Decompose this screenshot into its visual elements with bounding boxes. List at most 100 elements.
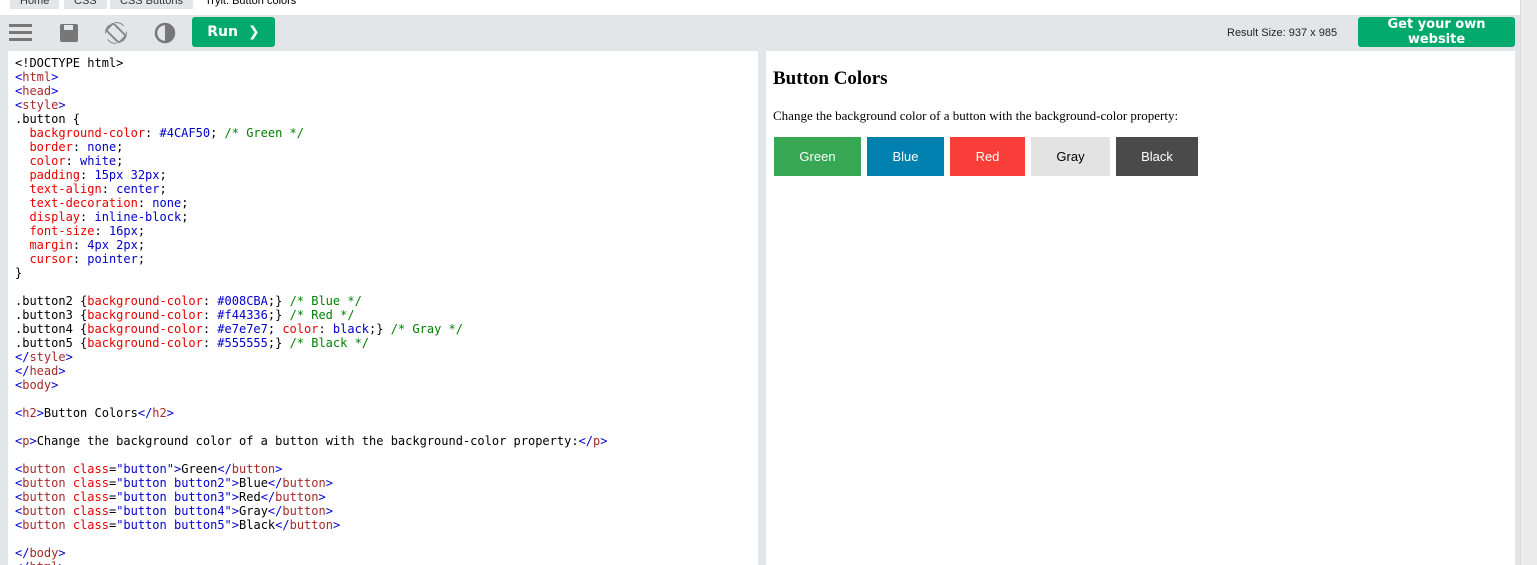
code-line: text-decoration: none; xyxy=(15,196,751,210)
demo-button-black[interactable]: Black xyxy=(1116,137,1198,176)
code-token: > xyxy=(325,476,333,490)
code-line: .button3 {background-color: #f44336;} /*… xyxy=(15,308,751,322)
code-token: button xyxy=(289,518,333,532)
code-token: ;} xyxy=(267,308,290,322)
code-line: <!DOCTYPE html> xyxy=(15,56,751,70)
code-token: <!DOCTYPE html> xyxy=(15,56,124,70)
breadcrumb-css-buttons[interactable]: CSS Buttons xyxy=(110,0,193,9)
code-token: .button { xyxy=(15,112,81,126)
code-editor[interactable]: <!DOCTYPE html> <html> <head> <style> .butto… xyxy=(8,51,758,565)
code-line: .button2 {background-color: #008CBA;} /*… xyxy=(15,294,751,308)
breadcrumb-home[interactable]: Home xyxy=(10,0,60,9)
code-line: <button class="button button5">Black</bu… xyxy=(15,518,751,532)
code-token: : xyxy=(72,140,88,154)
code-token: </ xyxy=(578,434,594,448)
code-token: background-color xyxy=(87,336,203,350)
code-token: pointer xyxy=(87,252,138,266)
code-line: </html> xyxy=(15,560,751,565)
code-line: } xyxy=(15,266,751,280)
code-token: ; xyxy=(159,182,167,196)
code-line: <button class="button button3">Red</butt… xyxy=(15,490,751,504)
demo-button-gray[interactable]: Gray xyxy=(1031,137,1110,176)
code-line: <style> xyxy=(15,98,751,112)
demo-button-green[interactable]: Green xyxy=(774,137,861,176)
code-token: : xyxy=(80,210,95,224)
code-token: #e7e7e7 xyxy=(217,322,268,336)
save-icon[interactable] xyxy=(57,22,81,44)
code-token: h2 xyxy=(22,406,37,420)
code-token: text-align xyxy=(29,182,102,196)
code-token: ; xyxy=(116,140,124,154)
demo-button-blue[interactable]: Blue xyxy=(867,137,944,176)
code-token: > xyxy=(332,518,341,532)
code-token: : xyxy=(65,154,81,168)
code-token: > xyxy=(275,462,283,476)
code-token: </ xyxy=(267,504,283,518)
code-token: none xyxy=(87,140,117,154)
code-token: > xyxy=(51,378,59,392)
code-token: ; xyxy=(137,238,146,252)
code-token: .button3 { xyxy=(15,308,88,322)
code-line: <h2>Button Colors</h2> xyxy=(15,406,751,420)
code-token: white xyxy=(80,154,117,168)
code-token: class xyxy=(65,490,109,504)
code-line: .button5 {background-color: #555555;} /*… xyxy=(15,336,751,350)
code-token: background-color xyxy=(87,308,203,322)
code-token: head xyxy=(22,84,52,98)
breadcrumb-css[interactable]: CSS xyxy=(64,0,107,9)
demo-buttons: Green Blue Red Gray Black xyxy=(773,137,1508,176)
code-token: ; xyxy=(210,126,225,140)
code-line: </body> xyxy=(15,546,751,560)
code-token: > xyxy=(51,84,59,98)
code-token: > xyxy=(166,406,174,420)
demo-button-red[interactable]: Red xyxy=(950,137,1025,176)
code-token: class xyxy=(65,518,109,532)
code-line: color: white; xyxy=(15,154,751,168)
code-token: </ xyxy=(217,462,232,476)
code-token: > xyxy=(600,434,608,448)
code-line: <button class="button button4">Gray</but… xyxy=(15,504,751,518)
breadcrumb: Home CSS CSS Buttons Tryit: Button color… xyxy=(0,0,1520,15)
rotate-icon[interactable] xyxy=(104,22,128,44)
code-token: cursor xyxy=(29,252,73,266)
code-token: html xyxy=(22,70,52,84)
code-token: Button Colors xyxy=(43,406,138,420)
code-token: button xyxy=(275,490,319,504)
code-token: : xyxy=(137,196,153,210)
code-line: border: none; xyxy=(15,140,751,154)
code-line: <button class="button">Green</button> xyxy=(15,462,751,476)
code-line: <html> xyxy=(15,70,751,84)
result-size: Result Size: 937 x 985 xyxy=(1227,27,1338,39)
code-token: padding xyxy=(29,168,81,182)
code-token: class xyxy=(65,462,109,476)
get-your-own-website-button[interactable]: Get your own website xyxy=(1358,17,1515,47)
code-token: : xyxy=(202,336,218,350)
menu-icon[interactable] xyxy=(9,22,33,44)
code-token: display xyxy=(29,210,81,224)
code-token: > xyxy=(51,70,59,84)
code-token: </ xyxy=(15,364,30,378)
code-token: class xyxy=(65,504,109,518)
code-token: : xyxy=(145,126,160,140)
code-line: </head> xyxy=(15,364,751,378)
code-token: </ xyxy=(15,560,29,565)
code-line: text-align: center; xyxy=(15,182,751,196)
code-token: : xyxy=(72,238,88,252)
code-line: font-size: 16px; xyxy=(15,224,751,238)
code-token: > xyxy=(36,406,44,420)
code-line: padding: 15px 32px; xyxy=(15,168,751,182)
window-edge xyxy=(1520,0,1537,565)
code-token: ; xyxy=(181,196,189,210)
code-token: </ xyxy=(275,518,290,532)
code-token: /* Green */ xyxy=(224,126,305,140)
code-token: > xyxy=(58,546,66,560)
contrast-icon[interactable] xyxy=(153,22,177,44)
code-line: .button { xyxy=(15,112,751,126)
run-button[interactable]: Run ❯ xyxy=(192,17,275,47)
code-token: : xyxy=(202,308,218,322)
